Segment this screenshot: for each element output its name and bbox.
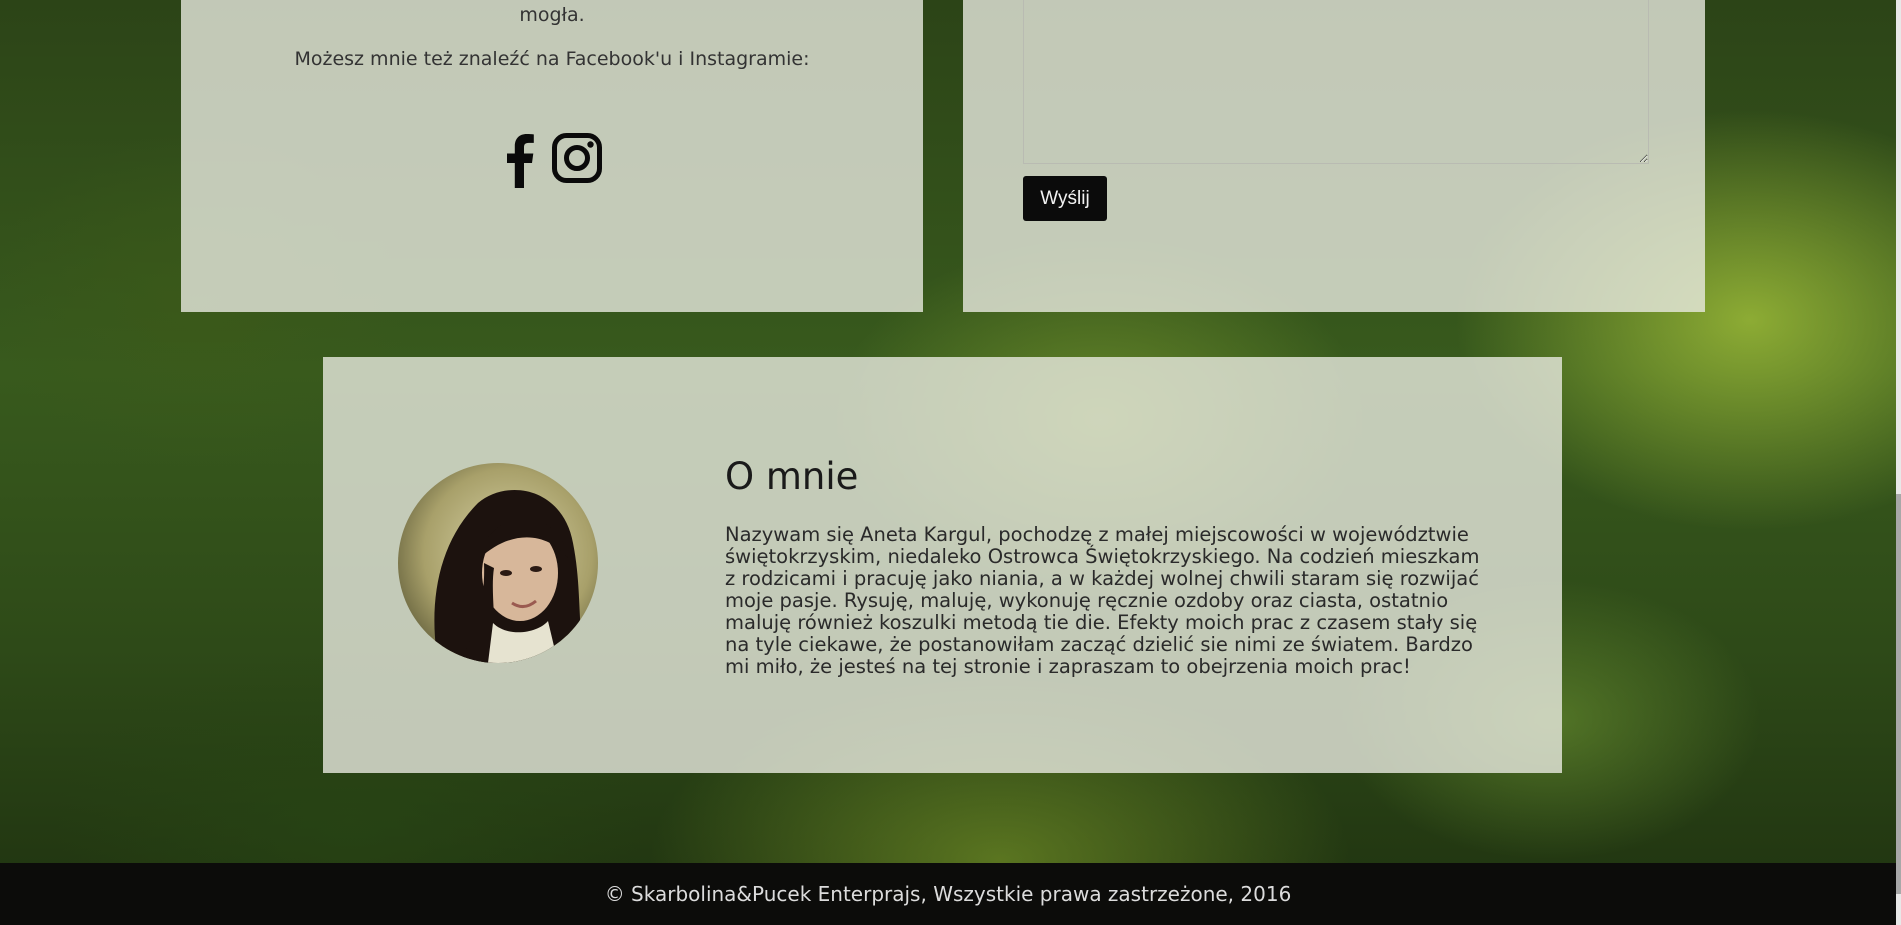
scrollbar-thumb[interactable] <box>1896 494 1901 894</box>
message-textarea[interactable] <box>1023 0 1649 164</box>
contact-info-text: mogła. <box>519 4 585 26</box>
send-button[interactable]: Wyślij <box>1023 176 1107 221</box>
footer-copyright: © Skarbolina&Pucek Enterprajs, Wszystkie… <box>604 882 1292 906</box>
facebook-link[interactable] <box>501 132 537 192</box>
social-text: Możesz mnie też znaleźć na Facebook'u i … <box>294 48 810 70</box>
contact-form-card: Wyślij <box>963 0 1705 312</box>
about-card: O mnie Nazywam się Aneta Kargul, pochodz… <box>323 357 1562 773</box>
instagram-icon <box>552 133 602 183</box>
about-title: O mnie <box>725 455 859 498</box>
avatar <box>398 463 598 663</box>
footer: © Skarbolina&Pucek Enterprajs, Wszystkie… <box>0 863 1896 925</box>
instagram-link[interactable] <box>551 132 603 192</box>
facebook-icon <box>507 134 534 188</box>
profile-photo <box>398 463 598 663</box>
about-text: Nazywam się Aneta Kargul, pochodzę z mał… <box>725 523 1480 678</box>
contact-info-card: mogła. Możesz mnie też znaleźć na Facebo… <box>181 0 923 312</box>
social-links <box>181 132 923 192</box>
